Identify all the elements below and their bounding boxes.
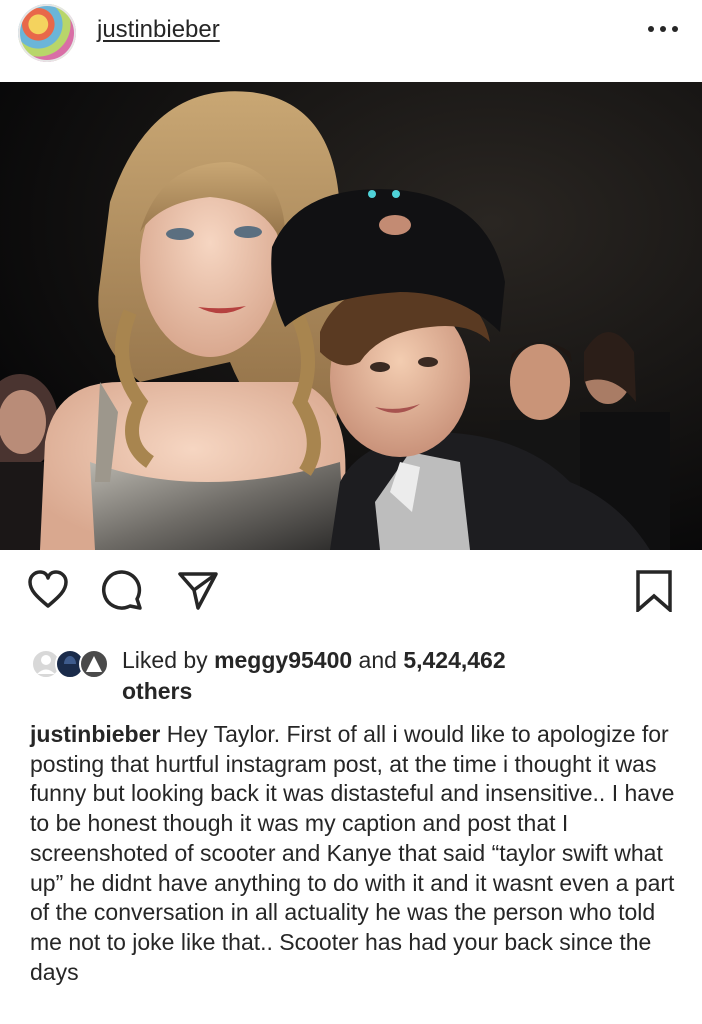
post-caption: justinbieber Hey Taylor. First of all i … bbox=[30, 720, 680, 987]
likes-prefix: Liked by bbox=[122, 647, 215, 673]
avatar[interactable] bbox=[18, 4, 76, 62]
post-photo[interactable] bbox=[0, 82, 702, 550]
liker-avatars[interactable] bbox=[30, 648, 114, 680]
likes-count[interactable]: 5,424,462 bbox=[403, 647, 505, 673]
post-username[interactable]: justinbieber bbox=[97, 16, 220, 44]
send-icon[interactable] bbox=[176, 568, 220, 612]
post-header: justinbieber bbox=[0, 0, 702, 80]
bookmark-icon[interactable] bbox=[632, 568, 676, 612]
liker-username[interactable]: meggy95400 bbox=[214, 647, 352, 673]
likes-middle: and bbox=[352, 647, 404, 673]
comment-icon[interactable] bbox=[100, 568, 144, 612]
caption-text: Hey Taylor. First of all i would like to… bbox=[30, 721, 675, 985]
likes-others[interactable]: others bbox=[122, 678, 192, 704]
post-action-bar bbox=[0, 568, 702, 620]
heart-icon[interactable] bbox=[26, 568, 70, 612]
more-horizontal-icon[interactable] bbox=[646, 22, 680, 36]
photo-illustration bbox=[0, 82, 702, 550]
caption-username[interactable]: justinbieber bbox=[30, 721, 160, 747]
likes-text: Liked by meggy95400 and 5,424,462 others bbox=[122, 645, 682, 707]
